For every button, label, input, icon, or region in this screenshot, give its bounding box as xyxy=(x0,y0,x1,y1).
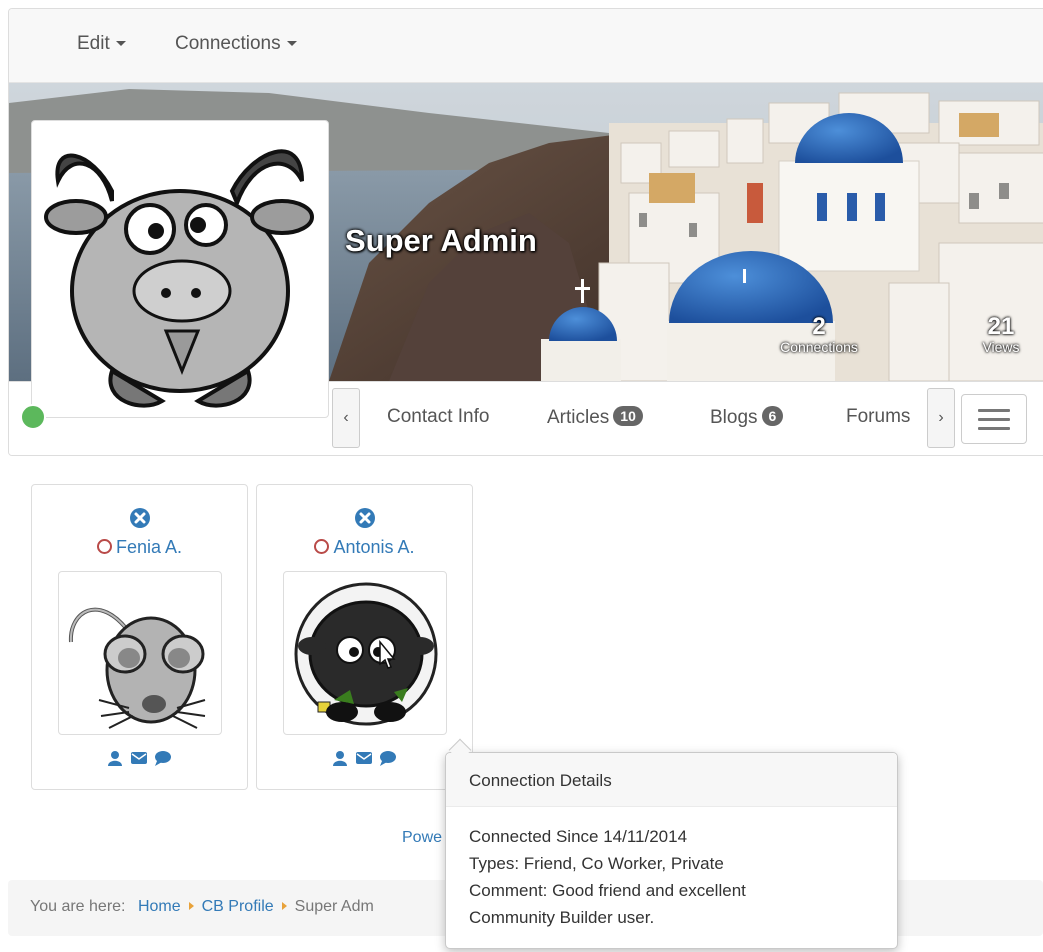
menu-toggle-button[interactable] xyxy=(961,394,1027,444)
message-icon[interactable] xyxy=(379,750,397,766)
connection-actions xyxy=(257,749,472,767)
chevron-down-icon xyxy=(115,41,126,47)
remove-connection-icon[interactable] xyxy=(354,507,376,529)
tab-label: Contact Info xyxy=(387,406,490,427)
hamburger-icon xyxy=(978,409,1010,412)
edit-menu-label: Edit xyxy=(77,33,110,54)
tooltip-title: Connection Details xyxy=(446,753,897,807)
connection-card: Fenia A. xyxy=(31,484,248,790)
email-icon[interactable] xyxy=(355,750,373,766)
tab-label: Forums xyxy=(846,406,911,427)
chevron-down-icon xyxy=(286,41,297,47)
blogs-count-badge: 6 xyxy=(761,406,784,426)
connection-actions xyxy=(32,749,247,767)
remove-connection-icon[interactable] xyxy=(129,507,151,529)
tab-forums[interactable]: Forums xyxy=(846,406,910,428)
edit-menu[interactable]: Edit xyxy=(77,33,126,55)
profile-menu-bar: Edit Connections xyxy=(9,9,1043,83)
connections-stat-label: Connections xyxy=(780,339,858,355)
profile-avatar[interactable] xyxy=(31,120,329,418)
tab-blogs[interactable]: Blogs 6 xyxy=(710,406,784,429)
breadcrumb-current: Super Adm xyxy=(294,898,374,915)
mouse-avatar-image xyxy=(68,607,206,729)
connections-stat[interactable]: 2 Connections xyxy=(759,313,879,356)
connection-name[interactable]: Antonis A. xyxy=(257,537,472,558)
connections-menu-label: Connections xyxy=(175,33,281,54)
connection-comment-text: Comment: Good friend and excellent xyxy=(469,881,746,900)
online-status-indicator xyxy=(20,404,46,430)
views-stat: 21 Views xyxy=(965,313,1037,356)
goat-avatar-image xyxy=(44,149,314,408)
connection-name[interactable]: Fenia A. xyxy=(32,537,247,558)
connection-card: Antonis A. xyxy=(256,484,473,790)
tooltip-body: Connected Since 14/11/2014 Types: Friend… xyxy=(446,807,897,931)
views-stat-label: Views xyxy=(982,339,1020,355)
tab-label: Articles xyxy=(547,407,610,428)
connection-name-link[interactable]: Fenia A. xyxy=(116,537,182,557)
offline-status-icon xyxy=(96,539,112,554)
breadcrumb-separator-icon xyxy=(188,902,194,910)
powered-by-link[interactable]: Powe xyxy=(402,829,442,847)
tabs-scroll-left-button[interactable]: ‹ xyxy=(332,388,360,448)
connected-since-text: Connected Since 14/11/2014 xyxy=(469,827,688,846)
tab-contact-info[interactable]: Contact Info xyxy=(387,406,489,428)
connections-count: 2 xyxy=(812,313,826,340)
connections-menu[interactable]: Connections xyxy=(175,33,297,55)
connection-details-tooltip: Connection Details Connected Since 14/11… xyxy=(445,738,898,949)
breadcrumb-home-link[interactable]: Home xyxy=(138,898,181,915)
views-count: 21 xyxy=(987,313,1015,340)
connection-types-text: Types: Friend, Co Worker, Private xyxy=(469,854,724,873)
tab-label: Blogs xyxy=(710,407,758,428)
user-profile-icon[interactable] xyxy=(332,750,348,766)
message-icon[interactable] xyxy=(154,750,172,766)
connection-comment-text-cont: Community Builder user. xyxy=(469,908,655,927)
profile-card: Edit Connections Super Admin 2 Connectio… xyxy=(8,8,1043,456)
breadcrumb-cb-profile-link[interactable]: CB Profile xyxy=(202,898,274,915)
articles-count-badge: 10 xyxy=(613,406,643,426)
tab-articles[interactable]: Articles 10 xyxy=(547,406,643,429)
sheep-avatar-image xyxy=(294,582,438,726)
email-icon[interactable] xyxy=(130,750,148,766)
breadcrumb-prefix: You are here: xyxy=(30,898,126,915)
user-profile-icon[interactable] xyxy=(107,750,123,766)
tabs-scroll-right-button[interactable]: › xyxy=(927,388,955,448)
connection-avatar[interactable] xyxy=(58,571,222,735)
connection-avatar[interactable] xyxy=(283,571,447,735)
breadcrumb-separator-icon xyxy=(281,902,287,910)
offline-status-icon xyxy=(314,539,330,554)
connection-name-link[interactable]: Antonis A. xyxy=(333,537,414,557)
profile-display-name[interactable]: Super Admin xyxy=(345,223,537,259)
